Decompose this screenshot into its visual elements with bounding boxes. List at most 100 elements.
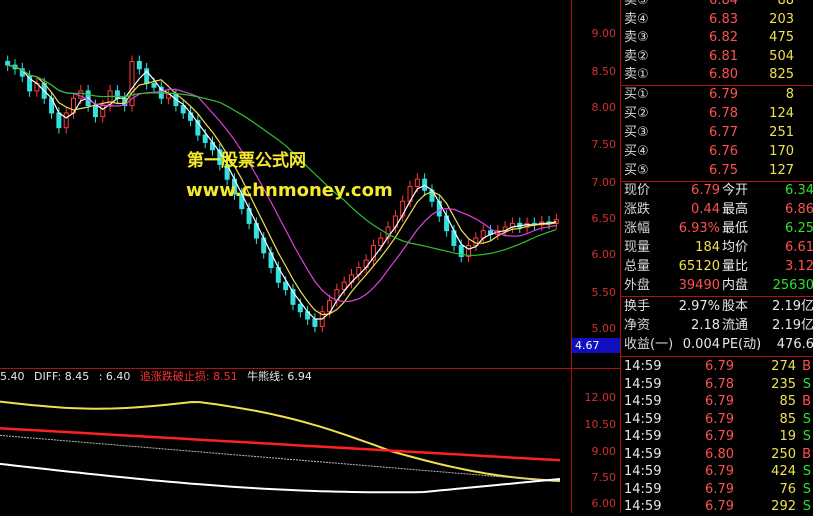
price-tick: 6.50 — [591, 212, 617, 225]
tick-volume: 76 — [779, 481, 796, 497]
bid-label: 买⑤ — [624, 163, 649, 178]
candle-body — [100, 105, 106, 118]
price-tick: 9.00 — [591, 27, 617, 40]
quote-row: 现价 6.79 今开 6.34 — [621, 182, 813, 200]
indicator-tick: 7.50 — [591, 471, 617, 484]
ask-label: 卖① — [624, 67, 649, 82]
tick-row: 14:59 6.79 85 B — [621, 393, 813, 411]
legend-bull-bear-line: 牛熊线: 6.94 — [247, 370, 312, 383]
bid-row: 买① 6.79 8 — [621, 86, 813, 104]
indicator-tick: 10.50 — [584, 418, 617, 431]
price-tick: 8.00 — [591, 101, 617, 114]
fund-label: 净资 — [624, 318, 651, 333]
tick-time: 14:59 — [624, 481, 662, 497]
ask-row: 卖⑤ 6.84 88 — [621, 0, 813, 10]
ask-price: 6.84 — [709, 0, 738, 8]
divider — [621, 356, 813, 357]
indicator-tick: 12.00 — [584, 391, 617, 404]
ask-price: 6.82 — [709, 30, 738, 45]
tick-side: B — [802, 446, 811, 462]
quote-label: 外盘 — [624, 278, 651, 293]
quote-value: 0.44 — [691, 202, 720, 217]
ask-row: 卖④ 6.83 203 — [621, 11, 813, 29]
watermark-url: www.chnmoney.com — [186, 180, 393, 201]
tick-time: 14:59 — [624, 464, 662, 479]
quote-row: 现量 184 均价 6.61 — [621, 239, 813, 257]
quote-value: 6.79 — [691, 183, 720, 198]
ask-row: 卖① 6.80 825 — [621, 66, 813, 84]
candle-body — [378, 237, 384, 246]
tick-side: S — [802, 499, 811, 514]
ask-volume: 475 — [769, 30, 794, 45]
price-tick: 8.50 — [591, 65, 617, 78]
quote-row: 外盘 39490 内盘 25630 — [621, 277, 813, 295]
tick-price: 6.79 — [705, 359, 734, 374]
ask-label: 卖④ — [624, 11, 649, 27]
tick-row: 14:59 6.79 424 S — [621, 463, 813, 481]
tick-price: 6.79 — [705, 394, 734, 409]
tick-time: 14:59 — [624, 499, 662, 514]
bid-label: 买④ — [624, 144, 649, 159]
indicator-line — [0, 400, 561, 482]
quote-value: 6.93% — [678, 221, 720, 236]
quote-value: 6.61 — [785, 240, 813, 255]
legend-stoploss: 追涨跌破止损: 8.51 — [139, 370, 238, 383]
tick-price: 6.79 — [705, 481, 734, 497]
candle-body — [63, 112, 69, 129]
quote-label: 现价 — [624, 183, 651, 198]
tick-time: 14:59 — [624, 446, 662, 462]
tick-time: 14:59 — [624, 411, 662, 427]
quote-label: 均价 — [722, 240, 749, 255]
ask-row: 卖② 6.81 504 — [621, 48, 813, 66]
bid-volume: 251 — [769, 125, 794, 140]
bid-volume: 170 — [769, 144, 794, 159]
tick-row: 14:59 6.79 292 S — [621, 498, 813, 516]
tick-row: 14:59 6.78 235 S — [621, 376, 813, 394]
ask-label: 卖⑤ — [624, 0, 649, 8]
candle-body — [5, 60, 11, 66]
indicator-legend: 5.40 DIFF: 8.45 : 6.40 追涨跌破止损: 8.51 牛熊线:… — [0, 370, 318, 384]
bid-price: 6.79 — [709, 87, 738, 102]
tick-side: S — [802, 429, 811, 444]
ask-label: 卖③ — [624, 30, 649, 45]
tick-volume: 19 — [779, 429, 796, 444]
ask-volume: 203 — [769, 11, 794, 27]
current-price-marker: 4.67 — [572, 338, 620, 353]
bid-volume: 127 — [769, 163, 794, 178]
fund-value: 2.19亿 — [772, 318, 813, 333]
tick-price: 6.79 — [705, 464, 734, 479]
price-tick: 7.50 — [591, 138, 617, 151]
quote-value: 3.12 — [785, 259, 813, 274]
fund-value: 2.18 — [691, 318, 720, 333]
quote-label: 最低 — [722, 221, 749, 236]
price-tick: 5.50 — [591, 286, 617, 299]
tick-price: 6.78 — [705, 376, 734, 392]
candlestick-chart[interactable] — [0, 0, 572, 513]
fund-label: 股本 — [722, 299, 749, 314]
candle-body — [202, 134, 208, 143]
quote-label: 量比 — [722, 259, 749, 274]
candle-body — [114, 90, 120, 99]
watermark-title: 第一股票公式网 — [187, 151, 306, 171]
ask-row: 卖③ 6.82 475 — [621, 29, 813, 47]
ask-price: 6.83 — [709, 11, 738, 27]
candle-body — [136, 60, 142, 70]
indicator-line — [0, 462, 561, 494]
tick-row: 14:59 6.80 250 B — [621, 446, 813, 464]
bid-label: 买① — [624, 87, 649, 102]
tick-price: 6.79 — [705, 411, 734, 427]
tick-volume: 235 — [771, 376, 796, 392]
fund-label: 换手 — [624, 299, 651, 314]
fund-row: 换手 2.97% 股本 2.19亿 — [621, 298, 813, 316]
ask-volume: 504 — [769, 48, 794, 64]
tick-side: S — [802, 464, 811, 479]
tick-side: B — [802, 394, 811, 409]
quote-row: 涨跌 0.44 最高 6.86 — [621, 201, 813, 219]
divider — [621, 296, 813, 297]
candle-body — [297, 303, 303, 313]
tick-side: S — [802, 411, 811, 427]
fund-label: 流通 — [722, 318, 749, 333]
quote-label: 总量 — [624, 259, 651, 274]
quote-label: 涨跌 — [624, 202, 651, 217]
tick-time: 14:59 — [624, 376, 662, 392]
